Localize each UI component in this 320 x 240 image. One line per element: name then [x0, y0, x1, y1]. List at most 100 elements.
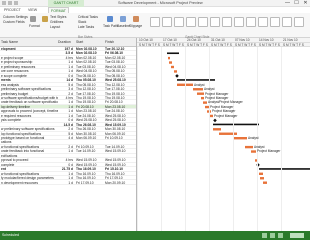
custom-fields-button[interactable]: Custom Fields — [3, 20, 25, 24]
task-name-cell[interactable]: ent — [1, 167, 58, 171]
gantt-style-swatch[interactable] — [222, 17, 232, 27]
start-cell[interactable]: Thu 19.08.10 — [76, 100, 105, 104]
task-bar[interactable] — [263, 181, 267, 184]
text-styles-icon[interactable] — [42, 16, 48, 22]
gantt-style-swatch[interactable] — [246, 17, 256, 27]
task-name-cell[interactable]: pproval to proceed — [1, 158, 58, 162]
duration-cell[interactable]: 1 d — [58, 105, 73, 109]
duration-cell[interactable]: 0 d — [58, 118, 73, 122]
task-name-cell[interactable]: orate feedback into functional — [1, 149, 58, 153]
duration-cell[interactable]: 1 d — [58, 65, 73, 69]
start-cell[interactable]: Thu 16.09.10 — [76, 176, 105, 180]
finish-cell[interactable]: Tue 14.09.10 — [105, 145, 136, 149]
gantt-style-swatch[interactable] — [198, 17, 208, 27]
baseline-icon[interactable] — [120, 16, 126, 22]
finish-cell[interactable]: Fri 15.10.10 — [105, 167, 136, 171]
task-name-cell[interactable]: ysis complete — [1, 118, 58, 122]
task-bar[interactable] — [174, 70, 177, 73]
task-bar[interactable] — [260, 177, 264, 180]
start-cell[interactable]: Thu 16.09.10 — [76, 172, 105, 176]
start-cell[interactable]: Tue 24.08.10 — [76, 114, 105, 118]
finish-cell[interactable]: Wed 25.08.10 — [105, 78, 136, 82]
duration-cell[interactable]: 2 d — [58, 145, 73, 149]
finish-cell[interactable]: Mon 23.08.10 — [105, 105, 136, 109]
duration-cell[interactable]: 1 d — [58, 172, 73, 176]
gantt-style-swatch[interactable] — [186, 17, 196, 27]
task-name-cell[interactable]: elopment — [1, 47, 58, 51]
start-cell[interactable]: Mon 30.08.10 — [76, 132, 105, 136]
layout-button[interactable]: Layout — [50, 25, 60, 29]
finish-cell[interactable]: Wed 15.09.10 — [105, 163, 136, 167]
start-cell[interactable]: Wed 25.08.10 — [76, 118, 105, 122]
slippage-icon[interactable] — [133, 16, 139, 22]
start-cell[interactable]: Tue 14.09.10 — [76, 149, 105, 153]
gantt-view-icon[interactable] — [262, 233, 267, 238]
task-bar[interactable] — [168, 56, 170, 60]
finish-cell[interactable]: Thu 19.08.10 — [105, 92, 136, 96]
save-icon[interactable] — [2, 1, 6, 5]
duration-cell[interactable]: 4 hrs — [58, 56, 73, 60]
start-cell[interactable]: Thu 16.09.10 — [76, 167, 105, 171]
start-cell[interactable]: Thu 26.08.10 — [76, 123, 105, 127]
gantt-style-swatch[interactable] — [258, 17, 268, 27]
column-header-task-name[interactable]: Task Name — [1, 40, 18, 44]
redo-icon[interactable] — [14, 1, 18, 5]
finish-cell[interactable]: Thu 12.08.10 — [105, 83, 136, 87]
task-name-cell[interactable]: ure core resources — [1, 69, 58, 73]
start-cell[interactable]: Fri 20.08.10 — [76, 105, 105, 109]
task-bar[interactable] — [233, 137, 247, 140]
task-name-cell[interactable]: w software specifications/budget with te… — [1, 96, 58, 100]
task-path-button[interactable]: Task Path — [103, 24, 118, 28]
start-cell[interactable]: Mon 02.08.10 — [76, 60, 105, 64]
duration-cell[interactable]: 14 d — [58, 78, 73, 82]
task-bar[interactable] — [219, 132, 237, 135]
task-name-cell[interactable]: e project scope — [1, 56, 58, 60]
start-cell[interactable]: Thu 26.08.10 — [76, 127, 105, 131]
task-name-cell[interactable]: ecifications — [1, 154, 58, 158]
finish-cell[interactable]: Fri 06.08.10 — [105, 51, 136, 55]
task-bar[interactable] — [259, 172, 263, 175]
duration-cell[interactable]: 1 d — [58, 114, 73, 118]
start-cell[interactable]: Mon 23.08.10 — [76, 109, 105, 113]
start-cell[interactable]: Thu 19.08.10 — [76, 96, 105, 100]
task-name-cell[interactable]: e scope complete — [1, 74, 58, 78]
finish-cell[interactable]: Tue 17.08.10 — [105, 87, 136, 91]
start-cell[interactable]: Mon 02.08.10 — [76, 51, 105, 55]
task-name-cell[interactable]: orate feedback on software specification… — [1, 100, 58, 104]
task-name-cell[interactable]: preliminary budget — [1, 92, 58, 96]
start-cell[interactable]: Fri 10.09.10 — [76, 145, 105, 149]
duration-cell[interactable]: 4 hrs — [58, 96, 73, 100]
task-path-icon[interactable] — [107, 16, 113, 22]
slack-checkbox[interactable]: Slack — [78, 20, 86, 24]
summary-bar[interactable] — [259, 168, 310, 170]
zoom-slider[interactable] — [290, 233, 304, 238]
column-header-start[interactable]: Start — [76, 40, 83, 44]
duration-cell[interactable]: 4 hrs — [58, 158, 73, 162]
finish-cell[interactable]: Fri 20.08.10 — [105, 100, 136, 104]
duration-cell[interactable]: 1 d — [58, 109, 73, 113]
duration-cell[interactable]: 1 d — [58, 181, 73, 185]
critical-tasks-checkbox[interactable]: Critical Tasks — [78, 15, 98, 19]
task-bar[interactable] — [197, 92, 204, 95]
duration-cell[interactable]: 0 d — [58, 163, 73, 167]
duration-cell[interactable]: 0 d — [58, 74, 73, 78]
start-cell[interactable]: Tue 17.08.10 — [76, 92, 105, 96]
task-name-cell[interactable]: fy modular/tiered design parameters — [1, 176, 58, 180]
task-name-cell[interactable]: w preliminary software specifications — [1, 127, 58, 131]
format-button[interactable]: Format — [29, 24, 40, 28]
task-name-cell[interactable]: w functional specifications — [1, 172, 58, 176]
finish-cell[interactable]: Wed 25.08.10 — [105, 114, 136, 118]
summary-bar[interactable] — [167, 52, 179, 55]
task-name-cell[interactable]: lop delivery timeline — [1, 105, 58, 109]
finish-cell[interactable]: Wed 25.08.10 — [105, 118, 136, 122]
duration-cell[interactable]: 1 d — [58, 60, 73, 64]
start-cell[interactable]: Wed 04.08.10 — [76, 69, 105, 73]
finish-cell[interactable]: Wed 15.09.10 — [105, 123, 136, 127]
task-name-cell[interactable]: cations — [1, 140, 58, 144]
finish-cell[interactable]: Fri 17.09.10 — [105, 176, 136, 180]
start-cell[interactable]: Wed 15.09.10 — [76, 163, 105, 167]
slippage-button[interactable]: Slippage — [129, 24, 142, 28]
task-name-cell[interactable]: prototype based on functional — [1, 136, 58, 140]
start-cell[interactable]: Wed 15.09.10 — [76, 158, 105, 162]
column-header-finish[interactable]: Finish — [105, 40, 114, 44]
